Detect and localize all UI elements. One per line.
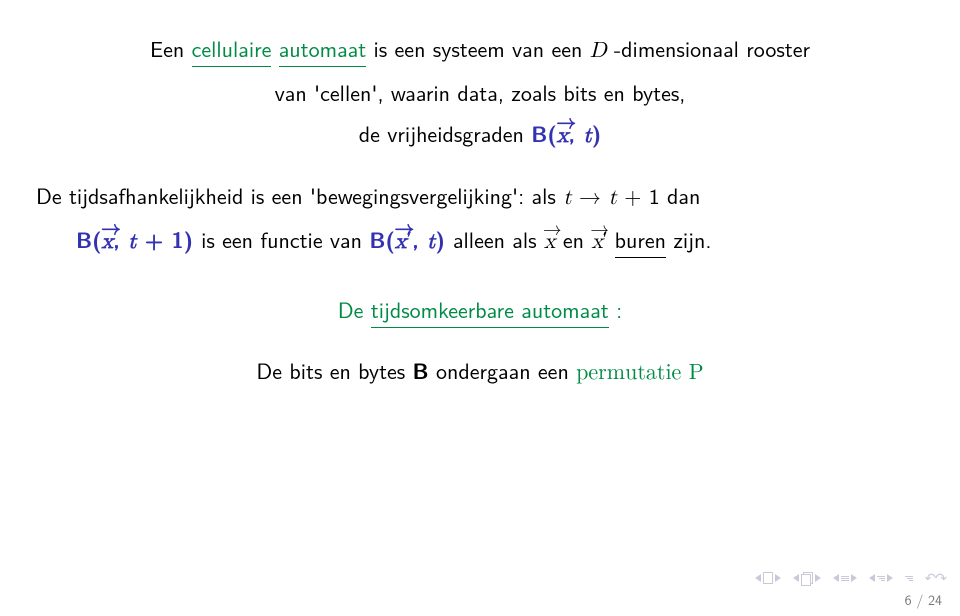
var-D: D [590, 40, 607, 62]
var-t: t [563, 187, 572, 209]
bars-icon [877, 576, 885, 581]
text: van 'cellen', waarin data, zoals bits en… [275, 76, 686, 108]
vec-x: →x [544, 223, 556, 259]
nav-next-slide-button[interactable] [869, 574, 893, 582]
triangle-right-icon [887, 574, 893, 582]
triangle-right-icon [815, 574, 821, 582]
bars-small-icon [905, 576, 913, 581]
text: De bits en bytes [256, 354, 412, 386]
bars-icon [841, 576, 849, 581]
term-buren: buren [615, 223, 666, 258]
permutation-line: De bits en bytes B ondergaan een permuta… [36, 354, 924, 390]
var-x: x [544, 231, 556, 253]
frames-stack-icon [801, 572, 813, 584]
slide-body: Een cellulaire automaat is een systeem v… [0, 0, 960, 390]
text: B( [369, 223, 395, 255]
text: is een functie van [201, 223, 369, 255]
beamer-nav-bar: ↶↷ [755, 568, 946, 588]
nav-back-forward-button[interactable]: ↶↷ [925, 568, 946, 588]
text: + 1) [137, 223, 194, 255]
var-t: t [583, 125, 592, 147]
text: de vrijheidsgraden [359, 117, 531, 149]
function-line: B(→x, t + 1) is een functie van B(→x′, t… [36, 223, 924, 259]
var-t: t [608, 187, 617, 209]
var-t: t [128, 231, 137, 253]
text: -dimensionaal rooster [614, 32, 810, 64]
reversible-heading: De tijdsomkeerbare automaat : [36, 293, 924, 328]
term-automaton: automaat [279, 32, 366, 67]
B-expr-right: B(→x′, t) [369, 223, 453, 255]
var-x: x [102, 231, 114, 253]
vec-x: →x [102, 223, 114, 259]
text: ) [435, 223, 444, 255]
triangle-left-icon [869, 574, 875, 582]
time-dependence-line: De tijdsafhankelijkheid is een 'beweging… [36, 179, 924, 215]
var-B: B [413, 354, 429, 386]
text: De [338, 293, 371, 325]
text: ) [592, 117, 601, 149]
triangle-left-icon [793, 574, 799, 582]
text: De tijdsafhankelijkheid is een 'beweging… [36, 179, 563, 211]
prime-symbol: ′ [603, 228, 607, 250]
text: ondergaan een [436, 354, 576, 386]
vec-x: →x [557, 117, 569, 153]
page-number: 6 / 24 [905, 590, 942, 610]
var-x: x [557, 125, 569, 147]
text: , [113, 223, 128, 255]
text: B( [531, 117, 557, 149]
nav-prev-slide-button[interactable] [833, 574, 857, 582]
definition-line-3: de vrijheidsgraden B(→x, t) [36, 117, 924, 153]
text: B( [76, 223, 102, 255]
text: , [568, 117, 583, 149]
nav-first-button[interactable] [755, 572, 781, 584]
triangle-left-icon [833, 574, 839, 582]
triangle-right-icon [851, 574, 857, 582]
term-cellular: cellulaire [192, 32, 272, 67]
text: : [616, 293, 622, 325]
text: Een [150, 32, 192, 64]
text: , [412, 223, 427, 255]
text: zijn. [673, 223, 711, 255]
vec-x-prime: →x [395, 223, 407, 259]
definition-line-1: Een cellulaire automaat is een systeem v… [36, 32, 924, 68]
term-permutation: permutatie P [576, 362, 703, 384]
text: alleen als [453, 223, 544, 255]
vec-x-prime: →x [591, 223, 603, 259]
triangle-left-icon [755, 574, 761, 582]
triangle-right-icon [775, 574, 781, 582]
dof-B: B(→x, t) [531, 117, 601, 149]
text: en [563, 223, 591, 255]
frame-icon [763, 572, 773, 584]
var-x: x [591, 231, 603, 253]
text: dan [667, 179, 700, 211]
term-time-reversible-automaton: tijdsomkeerbare automaat [371, 293, 609, 328]
var-x: x [395, 231, 407, 253]
definition-line-2: van 'cellen', waarin data, zoals bits en… [36, 76, 924, 109]
text: is een systeem van een [374, 32, 590, 64]
B-expr-left: B(→x, t + 1) [76, 223, 201, 255]
plus-one: + 1 [624, 179, 659, 211]
arrow-icon: → [579, 179, 608, 211]
nav-prev-section-button[interactable] [793, 572, 821, 584]
